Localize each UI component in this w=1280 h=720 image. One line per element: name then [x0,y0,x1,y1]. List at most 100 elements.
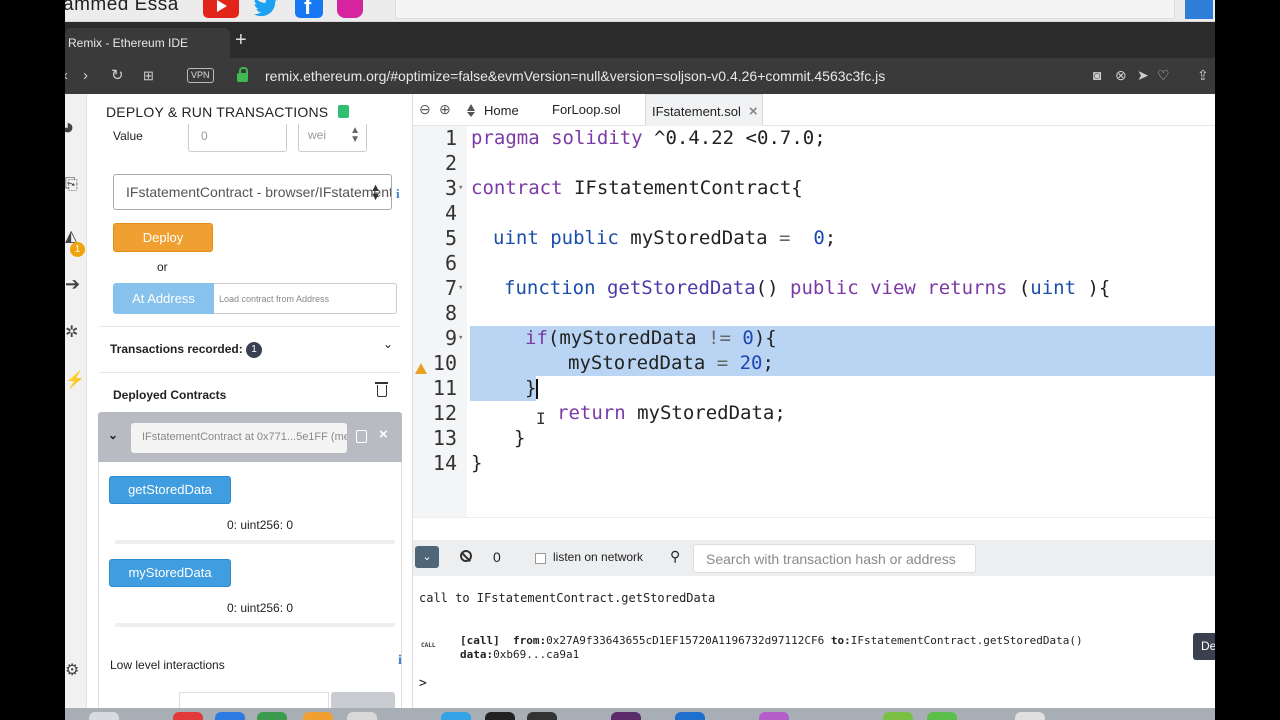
forward-icon[interactable]: › [83,67,88,85]
lock-icon[interactable] [237,67,248,82]
code-token: myStoredData [618,227,779,249]
browser-tab[interactable]: Remix - Ethereum IDE [65,28,230,58]
code-token: != [708,327,731,349]
camera-icon[interactable]: ◙ [1093,67,1101,83]
screen: ammed Essa Remix - Ethereum IDE + ‹ › ↻ … [0,0,1280,720]
debugger-icon[interactable]: ✲ [65,322,78,342]
value-input[interactable]: 0 [188,124,287,152]
deploy-run-panel: DEPLOY & RUN TRANSACTIONS Value 0 wei ▲ ▼… [87,94,413,720]
my-stored-data-button[interactable]: myStoredData [109,559,231,587]
zoom-in-icon[interactable]: ⊕ [439,101,451,118]
code-area[interactable]: pragma solidity ^0.4.22 <0.7.0; contract… [467,126,1215,518]
line-number: 4 [444,201,457,225]
dock-app-icon[interactable] [215,712,245,720]
get-stored-data-button[interactable]: getStoredData [109,476,231,504]
send-icon[interactable]: ➤ [1137,67,1149,84]
dock-app-icon[interactable] [173,712,203,720]
twitter-icon[interactable] [251,0,281,18]
dock-app-icon[interactable] [485,712,515,720]
clipboard-icon[interactable] [356,430,367,443]
code-token: (myStoredData [547,327,709,349]
close-icon[interactable]: × [379,426,388,443]
tab-ifstatement[interactable]: IFstatement.sol × [645,94,763,126]
contract-instance-header: ⌄ IFstatementContract at 0x771...5e1FF (… [98,412,402,462]
dock-app-icon[interactable] [347,712,377,720]
reload-icon[interactable]: ↻ [111,67,124,85]
facebook-icon[interactable] [295,0,323,20]
plugin-manager-icon[interactable]: ⚡ [65,370,85,390]
dock-app-icon[interactable] [927,712,957,720]
dock-app-icon[interactable] [1015,712,1045,720]
value-unit-select[interactable]: wei ▲ ▼ [298,124,367,152]
trash-icon[interactable] [375,382,388,397]
terminal-prompt[interactable]: > [419,677,427,691]
info-icon[interactable]: i [396,186,400,202]
terminal-log-entry[interactable]: [call] from:0x27A9f33643655cD1EF15720A11… [460,634,1083,648]
code-token: solidity [551,127,643,149]
settings-icon[interactable]: ⚙ [65,660,79,680]
editor-horizontal-scrollbar[interactable] [413,517,1215,541]
value-unit-text: wei [308,128,327,142]
dock-app-icon[interactable] [883,712,913,720]
line-number: 14 [432,451,457,475]
share-icon[interactable]: ⇪ [1197,67,1209,84]
code-token: contract [471,177,563,199]
dock-app-icon[interactable] [89,712,119,720]
youtube-icon[interactable] [203,0,239,18]
fold-icon[interactable]: ▾ [458,176,463,201]
dock-app-icon[interactable] [759,712,789,720]
at-address-button[interactable]: At Address [113,283,214,314]
log-data: 0xb69...ca9a1 [493,648,580,661]
instagram-icon[interactable] [337,0,363,18]
fold-icon[interactable]: ▾ [458,276,463,301]
listen-network-checkbox[interactable] [535,553,546,564]
deploy-button[interactable]: Deploy [113,223,213,252]
select-arrows-icon: ▲ ▼ [350,125,360,145]
contract-instance-name[interactable]: IFstatementContract at 0x771...5e1FF (me… [131,423,347,453]
close-icon[interactable]: × [749,103,758,120]
function-output: 0: uint256: 0 [227,518,294,532]
or-label: or [157,260,168,274]
fold-icon[interactable]: ▾ [458,326,463,351]
dock-app-icon[interactable] [527,712,557,720]
at-address-input[interactable]: Load contract from Address [214,283,397,314]
deploy-run-icon[interactable]: ➔ [65,274,80,295]
url-field[interactable]: remix.ethereum.org/#optimize=false&evmVe… [265,68,885,84]
browser-tab-bar: Remix - Ethereum IDE + [65,22,1215,58]
tab-home[interactable]: Home [461,94,543,126]
clear-icon[interactable] [460,550,472,562]
terminal-toggle-icon[interactable]: ⌄ [415,546,439,568]
new-tab-button[interactable]: + [235,30,247,50]
line-number: 3 [444,176,457,200]
documentation-icon[interactable] [338,105,349,118]
file-explorer-icon[interactable]: ⎘ [65,176,78,194]
ethereum-icon [467,104,476,117]
transaction-search-input[interactable]: Search with transaction hash or address [693,544,976,573]
deployed-contracts-label: Deployed Contracts [113,388,227,402]
log-call-tag: [call] [460,634,500,647]
debug-button[interactable]: De [1193,633,1215,660]
block-icon[interactable]: ⊗ [1115,67,1127,84]
code-line-12: return myStoredData; [557,401,786,426]
dock-app-icon[interactable] [257,712,287,720]
zoom-out-icon[interactable]: ⊖ [419,101,431,118]
code-token: 0 [813,227,825,249]
info-icon[interactable]: i [398,653,402,669]
dock-app-icon[interactable] [611,712,641,720]
heart-icon[interactable]: ♡ [1157,67,1170,84]
dock-app-icon[interactable] [441,712,471,720]
banner-button[interactable] [1185,0,1213,19]
tab-forloop[interactable]: ForLoop.sol [546,94,642,126]
value-label: Value [113,129,143,143]
dock-app-icon[interactable] [675,712,705,720]
chevron-down-icon[interactable]: ⌄ [108,428,118,442]
grid-icon[interactable]: ⊞ [143,67,154,85]
plugin-icon-strip: ◕ ⎘ ◭ 1 ➔ ✲ ⚡ ⚙ [65,94,87,720]
chevron-down-icon[interactable]: ⌄ [383,337,393,351]
contract-select[interactable]: IFstatementContract - browser/IFstatemen… [113,174,392,210]
vpn-badge[interactable]: VPN [187,68,214,83]
remix-logo-icon[interactable]: ◕ [65,114,74,140]
dock-app-icon[interactable] [303,712,333,720]
text-caret [536,379,538,399]
back-icon[interactable]: ‹ [65,67,68,85]
